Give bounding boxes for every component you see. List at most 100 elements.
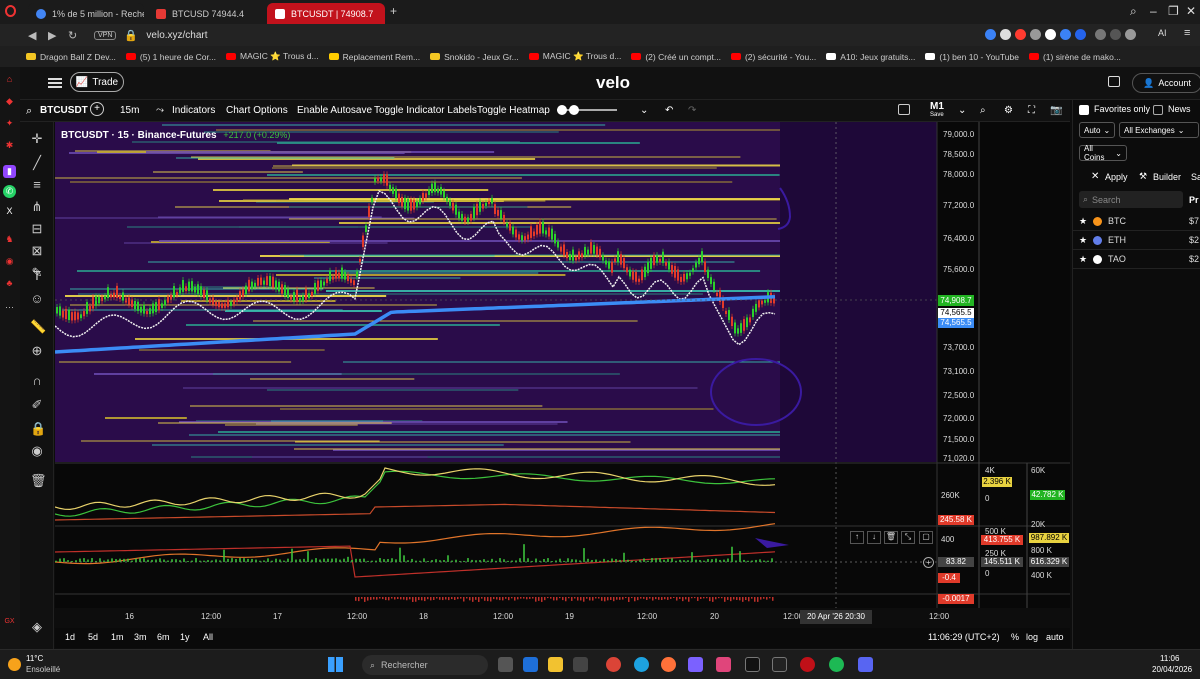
- panel-maximize-icon[interactable]: ▢: [919, 531, 933, 544]
- chevron-down-icon[interactable]: ⌄: [640, 105, 648, 116]
- favorites-checkbox[interactable]: [1079, 105, 1089, 115]
- extension-icon[interactable]: ♞: [3, 233, 16, 246]
- new-tab-button[interactable]: +: [390, 4, 397, 18]
- home-icon[interactable]: ⌂: [3, 73, 16, 86]
- bookmark-item[interactable]: Dragon Ball Z Dev...: [26, 52, 116, 62]
- twitch-icon[interactable]: ▮: [3, 165, 16, 178]
- chat-icon[interactable]: [1108, 76, 1120, 87]
- bookmark-item[interactable]: MAGIC ⭐ Trous d...: [225, 51, 319, 62]
- weather-desc[interactable]: Ensoleillé: [26, 665, 60, 674]
- toggle-heatmap-button[interactable]: Toggle Heatmap: [477, 105, 550, 116]
- bookmark-item[interactable]: Replacement Rem...: [328, 52, 420, 62]
- edge-icon[interactable]: [634, 657, 649, 672]
- app-icon[interactable]: [716, 657, 731, 672]
- auto-dropdown[interactable]: Auto ⌄: [1079, 122, 1115, 138]
- x-icon[interactable]: X: [3, 205, 16, 218]
- bookmark-item[interactable]: (2) sécurité - You...: [730, 52, 816, 62]
- hamburger-menu-icon[interactable]: [48, 78, 62, 88]
- m1-layout[interactable]: M1: [930, 101, 944, 112]
- bookmark-item[interactable]: (1) ben 10 - YouTube: [925, 52, 1019, 62]
- weather-temp[interactable]: 11°C: [26, 654, 43, 663]
- windows-start-icon[interactable]: [328, 657, 343, 672]
- tradingview-icon[interactable]: [745, 657, 760, 672]
- aria-ai-button[interactable]: AI: [1158, 28, 1167, 38]
- auto-toggle[interactable]: auto: [1046, 632, 1064, 642]
- drawn-arrow-annotation[interactable]: [755, 538, 789, 548]
- trade-button[interactable]: 📈 Trade: [70, 72, 124, 92]
- extension-icon[interactable]: ✱: [3, 139, 16, 152]
- app-icon[interactable]: [688, 657, 703, 672]
- text-icon[interactable]: T: [30, 269, 44, 283]
- clock[interactable]: 11:06:29 (UTC+2): [928, 632, 1000, 642]
- reload-icon[interactable]: ↻: [68, 29, 82, 42]
- star-icon[interactable]: ★: [1079, 254, 1087, 265]
- rect-icon[interactable]: ⊟: [30, 222, 44, 236]
- cod-icon[interactable]: [772, 657, 787, 672]
- ruler-icon[interactable]: ⊠: [30, 244, 44, 258]
- undo-icon[interactable]: ↶: [665, 105, 673, 116]
- autosave-button[interactable]: Enable Autosave: [297, 105, 372, 116]
- layers-icon[interactable]: ◈: [30, 620, 44, 634]
- range-button[interactable]: 5d: [88, 632, 98, 642]
- pitchfork-icon[interactable]: ⋔: [30, 200, 44, 214]
- panel-move-down-icon[interactable]: ↓: [867, 531, 881, 544]
- log-toggle[interactable]: log: [1026, 632, 1038, 642]
- gx-icon[interactable]: GX: [3, 615, 16, 628]
- asset-row[interactable]: ★ TAO $2: [1073, 251, 1200, 269]
- tab-search[interactable]: 1% de 5 million - Recherch: [28, 3, 144, 24]
- velo-logo[interactable]: velo: [596, 73, 630, 93]
- lines-icon[interactable]: ≡: [30, 178, 44, 192]
- more-icon[interactable]: ⋯: [3, 301, 16, 314]
- extension-icon[interactable]: [1075, 29, 1086, 40]
- back-icon[interactable]: ◀: [28, 29, 42, 42]
- range-button[interactable]: 1m: [111, 632, 124, 642]
- exchanges-dropdown[interactable]: All Exchanges ⌄: [1119, 122, 1199, 138]
- extension-icon[interactable]: [1045, 29, 1056, 40]
- star-icon[interactable]: ★: [1079, 235, 1087, 246]
- slider-handle[interactable]: [569, 105, 579, 115]
- zoom-icon[interactable]: ⌕: [980, 105, 986, 116]
- sort-button[interactable]: Sa: [1191, 172, 1200, 182]
- star-icon[interactable]: ★: [1079, 216, 1087, 227]
- lock-icon[interactable]: 🔒: [30, 422, 46, 436]
- search-icon[interactable]: ⌕: [26, 105, 32, 118]
- search-tabs-icon[interactable]: ⌕: [1130, 4, 1137, 19]
- eye-icon[interactable]: ◉: [30, 444, 44, 458]
- asset-row[interactable]: ★ ETH $2: [1073, 232, 1200, 250]
- news-checkbox[interactable]: [1153, 105, 1163, 115]
- favorites-label[interactable]: Favorites only: [1094, 104, 1150, 114]
- chevron-down-icon[interactable]: ⌄: [958, 105, 966, 116]
- extension-icon[interactable]: [1000, 29, 1011, 40]
- taskview-icon[interactable]: [498, 657, 513, 672]
- asset-row[interactable]: ★ BTC $7: [1073, 213, 1200, 231]
- slider-handle[interactable]: [557, 105, 567, 115]
- explorer-icon[interactable]: [548, 657, 563, 672]
- tab-velo-active[interactable]: BTCUSDT | 74908.7: [267, 3, 385, 24]
- extension-icon[interactable]: [1110, 29, 1121, 40]
- range-button[interactable]: 3m: [134, 632, 147, 642]
- percent-toggle[interactable]: %: [1011, 632, 1019, 642]
- clock-time[interactable]: 11:06: [1160, 654, 1179, 663]
- zoom-in-icon[interactable]: ⊕: [30, 344, 44, 358]
- layout-icon[interactable]: [898, 104, 910, 115]
- chart-options-button[interactable]: Chart Options: [226, 105, 288, 116]
- weather-icon[interactable]: [8, 658, 21, 671]
- coins-dropdown[interactable]: All Coins ⌄: [1079, 144, 1127, 162]
- mail-icon[interactable]: [523, 657, 538, 672]
- range-button[interactable]: 1d: [65, 632, 75, 642]
- symbol-selector[interactable]: BTCUSDT: [40, 105, 88, 116]
- indicators-button[interactable]: Indicators: [172, 105, 215, 116]
- trash-icon[interactable]: 🗑: [30, 474, 47, 488]
- toggle-labels-button[interactable]: Toggle Indicator Labels: [374, 105, 477, 116]
- magnet-icon[interactable]: ∩: [30, 374, 44, 388]
- extension-icon[interactable]: [1030, 29, 1041, 40]
- price-column-header[interactable]: Pr: [1189, 195, 1199, 205]
- panel-move-up-icon[interactable]: ↑: [850, 531, 864, 544]
- extension-icon[interactable]: [1095, 29, 1106, 40]
- timeframe-selector[interactable]: 15m: [120, 105, 139, 116]
- chart-area[interactable]: BTCUSDT · 15 · Binance-Futures +217.0 (+…: [55, 122, 1070, 624]
- panel-delete-icon[interactable]: 🗑: [884, 531, 898, 544]
- chrome-icon[interactable]: [606, 657, 621, 672]
- menu-icon[interactable]: ≡: [1184, 27, 1190, 39]
- builder-button[interactable]: Builder: [1153, 172, 1181, 182]
